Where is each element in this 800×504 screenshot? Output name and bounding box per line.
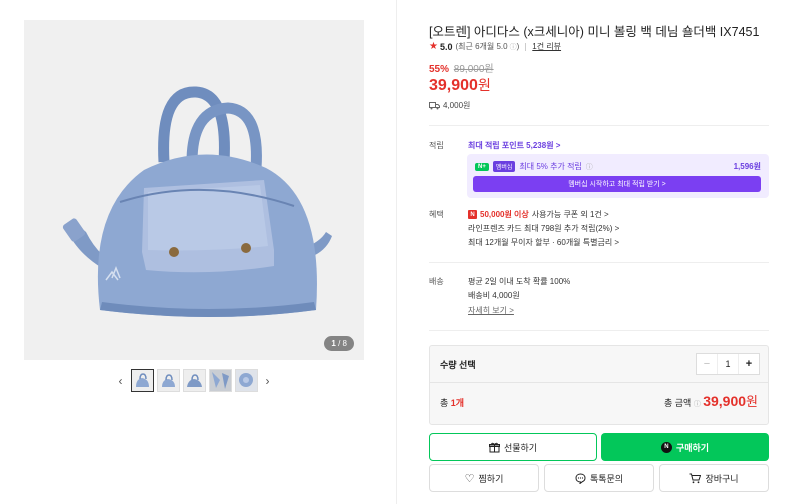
total-price-unit: 원 [746, 394, 758, 409]
chat-bubble-icon [575, 472, 586, 484]
page-current: 1 [331, 339, 336, 348]
card-benefit-row[interactable]: 라인프렌즈 카드 최대 798원 추가 적립(2%) > [468, 223, 619, 234]
quantity-panel: 수량 선택 − 1 + 총 1개 총 금액 ⓘ 39,900원 [429, 345, 769, 425]
total-count: 총 1개 [440, 396, 464, 409]
original-price: 89,000원 [453, 64, 494, 75]
info-icon[interactable]: ⓘ [694, 401, 701, 408]
gift-icon [488, 442, 500, 452]
total-amount-label: 총 금액 ⓘ [664, 396, 701, 409]
rating-row: ★ 5.0 (최근 6개월 5.0 ⓘ ) 1건 리뷰 [429, 41, 562, 52]
total-count-value: 1개 [450, 398, 465, 408]
shipping-fee: 4,000원 [443, 101, 471, 110]
thumbnail-3[interactable] [182, 369, 206, 392]
talk-label: 톡톡문의 [589, 473, 624, 484]
thumbnail-5[interactable] [234, 369, 258, 392]
membership-points-box: N+ 멤버십 최대 5% 추가 적립 ⓘ 1,596원 멤버십 시작하고 최대 … [467, 154, 769, 198]
rating-recent: (최근 6개월 5.0 [455, 42, 508, 51]
discount-row: 55% 89,000원 [429, 60, 494, 75]
cart-button[interactable]: 장바구니 [659, 464, 769, 492]
image-page-indicator: 1 / 8 [324, 336, 354, 351]
total-prefix: 총 [440, 398, 449, 408]
rating-score: 5.0 [439, 41, 453, 52]
sale-price-value: 39,900 [429, 77, 478, 94]
shipping-row: 4,000원 [429, 100, 470, 111]
wish-label: 찜하기 [478, 473, 504, 484]
coupon-badge: N [468, 210, 477, 219]
product-title: [오트렌] 아디다스 (x크세니아) 미니 볼링 백 데님 숄더백 IX7451 [429, 25, 760, 39]
gift-label: 선물하기 [503, 442, 538, 453]
delivery-fee: 배송비 4,000원 [468, 291, 520, 300]
max-points-link[interactable]: 최대 적립 포인트 5,238원 > [468, 140, 560, 151]
membership-cta-button[interactable]: 멤버십 시작하고 최대 적립 받기 > [473, 176, 761, 192]
total-price: 39,900원 [703, 391, 758, 410]
installment-row[interactable]: 최대 12개월 무이자 할부 · 60개월 특별금리 > [468, 237, 619, 248]
cart-icon [689, 473, 702, 483]
total-price-value: 39,900 [703, 393, 747, 409]
divider [429, 125, 769, 126]
quantity-label: 수량 선택 [440, 360, 476, 370]
product-gallery: 1 / 8 [24, 20, 364, 360]
delivery-detail-link[interactable]: 자세히 보기 > [468, 305, 514, 316]
gift-button[interactable]: 선물하기 [429, 433, 597, 461]
sale-price-unit: 원 [477, 77, 491, 93]
info-icon[interactable]: ⓘ [510, 42, 517, 52]
extra-rate: 최대 5% 추가 적립 [519, 162, 582, 171]
divider [429, 330, 769, 331]
membership-badge: 멤버십 [492, 161, 516, 172]
discount-rate: 55% [429, 64, 450, 75]
review-link[interactable]: 1건 리뷰 [532, 41, 561, 52]
coupon-row[interactable]: N 50,000원 이상 사용가능 쿠폰 외 1건 > [468, 209, 609, 220]
points-label: 적립 [429, 141, 444, 150]
heart-icon: ♡ [464, 472, 475, 485]
extra-points-row: N+ 멤버십 최대 5% 추가 적립 ⓘ [475, 161, 593, 172]
thumbnail-4[interactable] [208, 369, 232, 392]
truck-icon [429, 101, 440, 109]
chevron-right-icon[interactable]: › [261, 370, 275, 392]
thumbnail-2[interactable] [156, 369, 180, 392]
info-icon[interactable]: ⓘ [586, 162, 593, 172]
coupon-text: 사용가능 쿠폰 외 1건 > [531, 210, 609, 219]
naver-plus-badge: N+ [475, 162, 489, 171]
thumbnail-1[interactable] [130, 369, 154, 392]
total-label-text: 총 금액 [664, 398, 692, 408]
arrival-info: 평균 2일 이내 도착 확률 100% [468, 277, 571, 286]
divider [429, 262, 769, 263]
delivery-label: 배송 [429, 277, 444, 286]
divider [430, 382, 768, 383]
denim-bag-image [62, 86, 332, 317]
star-icon: ★ [429, 41, 438, 52]
cart-label: 장바구니 [705, 473, 739, 484]
coupon-amount: 50,000원 이상 [480, 210, 529, 219]
benefits-label: 혜택 [429, 210, 444, 219]
wishlist-button[interactable]: ♡ 찜하기 [429, 464, 539, 492]
sale-price: 39,900원 [429, 75, 491, 95]
quantity-plus-button[interactable]: + [739, 354, 759, 374]
quantity-stepper: − 1 + [696, 353, 760, 375]
buy-button[interactable]: N 구매하기 [601, 433, 769, 461]
main-product-image[interactable]: 1 / 8 [24, 20, 364, 360]
quantity-minus-button[interactable]: − [697, 354, 718, 374]
thumbnail-strip: ‹ › [24, 369, 364, 392]
extra-points-amount: 1,596원 [733, 162, 761, 171]
column-divider [396, 0, 397, 504]
naver-pay-icon: N [660, 441, 672, 453]
talk-inquiry-button[interactable]: 톡톡문의 [544, 464, 654, 492]
buy-label: 구매하기 [675, 442, 710, 453]
rating-separator [525, 42, 527, 51]
page-total: / 8 [338, 339, 347, 348]
quantity-value[interactable]: 1 [718, 354, 739, 374]
chevron-left-icon[interactable]: ‹ [114, 370, 128, 392]
